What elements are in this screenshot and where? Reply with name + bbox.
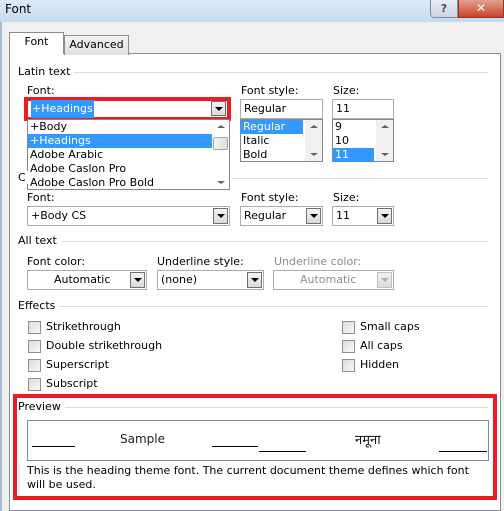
complex-font-value: +Body CS: [31, 209, 87, 222]
list-item[interactable]: Adobe Caslon Pro: [28, 162, 229, 176]
scroll-down-icon[interactable]: [310, 153, 318, 156]
scroll-up-icon[interactable]: [381, 125, 389, 128]
complex-group-line: [232, 178, 488, 179]
latin-font-list[interactable]: +Body +Headings Adobe Arabic Adobe Caslo…: [27, 119, 230, 190]
list-item[interactable]: 11: [333, 148, 374, 162]
help-icon: ?: [440, 2, 448, 15]
preview-description: This is the heading theme font. The curr…: [27, 464, 469, 491]
effects-group-label: Effects: [18, 299, 60, 312]
complex-style-label: Font style:: [241, 191, 299, 204]
latin-font-combo[interactable]: +Headings: [28, 100, 227, 118]
preview-line: [32, 446, 75, 447]
font-color-label: Font color:: [27, 255, 86, 268]
list-item[interactable]: +Body: [28, 120, 229, 134]
size-list-scrollbar[interactable]: [376, 120, 393, 161]
scroll-down-icon[interactable]: [217, 181, 225, 184]
complex-size-label: Size:: [333, 191, 360, 204]
latin-style-list[interactable]: Regular Italic Bold: [240, 119, 323, 162]
title-bar: [0, 0, 504, 22]
complex-font-combo[interactable]: +Body CS: [27, 206, 230, 226]
list-item[interactable]: Regular: [241, 120, 303, 134]
preview-sample-latin: Sample: [120, 432, 165, 446]
underline-color-combo: Automatic: [273, 270, 394, 290]
alltext-group-line: [18, 241, 488, 242]
scroll-thumb[interactable]: [213, 137, 228, 150]
alltext-group-label: All text: [18, 234, 61, 247]
chevron-down-icon[interactable]: [247, 272, 262, 288]
chevron-down-icon[interactable]: [377, 208, 392, 224]
tab-font[interactable]: Font: [9, 32, 64, 54]
complex-size-combo[interactable]: 11: [332, 206, 394, 226]
tab-advanced[interactable]: Advanced: [64, 35, 129, 55]
underline-style-label: Underline style:: [157, 255, 244, 268]
style-list-scrollbar[interactable]: [305, 120, 322, 161]
latin-font-label: Font:: [27, 84, 55, 97]
chevron-down-icon[interactable]: [213, 208, 228, 224]
chevron-down-icon: [377, 272, 392, 288]
chevron-down-icon[interactable]: [211, 101, 226, 116]
preview-line: [212, 446, 258, 447]
latin-font-value: +Headings: [31, 100, 94, 118]
list-item[interactable]: +Headings: [28, 134, 212, 148]
latin-size-label: Size:: [333, 84, 360, 97]
complex-style-value: Regular: [244, 209, 287, 222]
latin-group-line: [18, 72, 488, 73]
latin-style-label: Font style:: [241, 84, 299, 97]
complex-style-combo[interactable]: Regular: [240, 206, 323, 226]
effects-group-line: [18, 306, 488, 307]
complex-font-label: Font:: [27, 191, 55, 204]
help-button[interactable]: ?: [430, 0, 458, 18]
underline-style-combo[interactable]: (none): [157, 270, 264, 290]
latin-style-field[interactable]: Regular: [240, 99, 323, 119]
close-button[interactable]: ✕: [458, 0, 504, 18]
latin-size-list[interactable]: 9 10 11: [332, 119, 394, 162]
font-color-combo[interactable]: Automatic: [27, 270, 147, 290]
preview-group-line: [18, 407, 488, 408]
chevron-down-icon[interactable]: [306, 208, 321, 224]
preview-sample-complex: नमूना: [355, 433, 381, 448]
preview-group-label: Preview: [18, 400, 65, 413]
list-item[interactable]: Adobe Caslon Pro Bold: [28, 176, 229, 190]
complex-group-label: C: [18, 171, 30, 184]
preview-line: [259, 451, 306, 452]
font-color-value: Automatic: [54, 273, 111, 286]
scroll-up-icon[interactable]: [310, 125, 318, 128]
preview-line: [439, 451, 487, 452]
underline-color-label: Underline color:: [274, 255, 362, 268]
underline-color-value: Automatic: [300, 273, 357, 286]
list-item[interactable]: Adobe Arabic: [28, 148, 229, 162]
latin-size-field[interactable]: 11: [332, 99, 394, 119]
scroll-up-icon[interactable]: [217, 125, 225, 128]
window-title: Font: [5, 2, 32, 16]
latin-group-label: Latin text: [18, 65, 75, 78]
chevron-down-icon[interactable]: [130, 272, 145, 288]
font-list-scrollbar[interactable]: [212, 120, 229, 189]
close-icon: ✕: [475, 1, 487, 15]
preview-box: [27, 420, 489, 461]
complex-size-value: 11: [336, 209, 350, 222]
scroll-down-icon[interactable]: [381, 153, 389, 156]
underline-style-value: (none): [161, 273, 198, 286]
